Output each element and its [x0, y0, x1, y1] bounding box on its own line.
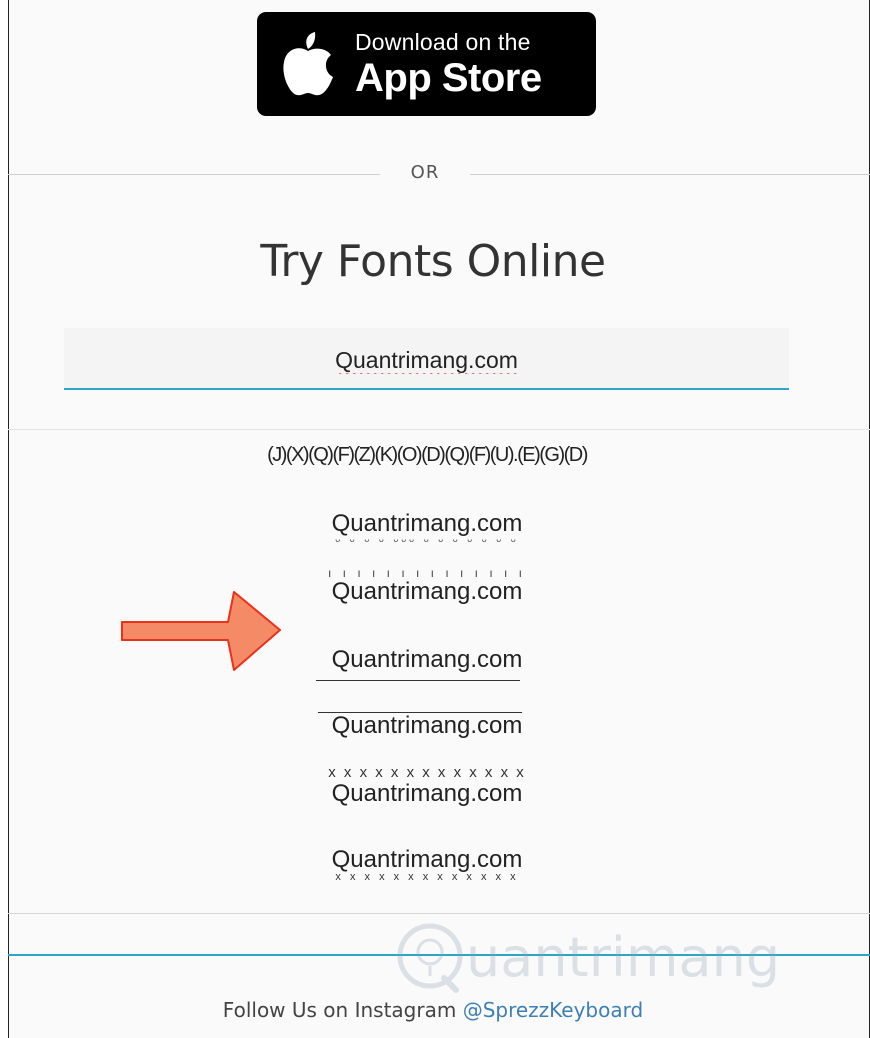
font-result-1[interactable]: (J)(X)(Q)(F)(Z)(K)(O)(D)(Q)(F)(U).(E)(G)…	[8, 444, 846, 467]
font-result-6-marks: x x x x x x x x x x x x x	[328, 764, 526, 781]
quantrimang-watermark: uantrimang	[397, 923, 780, 993]
font-input-wrapper	[64, 328, 789, 390]
font-result-4-underline	[316, 680, 520, 682]
svg-text:uantrimang: uantrimang	[466, 926, 780, 989]
right-arrow-icon	[121, 591, 281, 671]
or-divider-line-right	[470, 174, 870, 175]
font-result-7-marks: x x x x x x x x x x x x x	[335, 871, 519, 883]
page-title: Try Fonts Online	[260, 236, 606, 287]
or-divider: OR	[8, 160, 870, 188]
footer-text: Follow Us on Instagram @SprezzKeyboard	[8, 998, 858, 1022]
app-store-big-label: App Store	[355, 55, 542, 100]
footer-prefix: Follow Us on Instagram	[222, 998, 463, 1022]
or-label: OR	[410, 162, 440, 183]
font-result-5[interactable]: Quantrimang.com	[8, 712, 846, 740]
results-bottom-divider	[8, 913, 870, 914]
instagram-link[interactable]: @SprezzKeyboard	[463, 998, 644, 1022]
font-result-2-marks: ᵕ ᵕ ᵕ ᵕ ᵕᵕᵕ ᵕ ᵕ ᵕ ᵕ ᵕ ᵕ ᵕ	[335, 533, 519, 548]
font-text-input[interactable]	[64, 328, 789, 386]
or-divider-line-left	[8, 174, 380, 175]
app-store-button[interactable]: Download on the App Store	[257, 12, 596, 116]
font-result-7[interactable]: Quantrimang.com	[8, 846, 846, 874]
lightbulb-icon	[397, 923, 463, 993]
app-store-small-label: Download on the	[355, 28, 531, 55]
font-result-6[interactable]: Quantrimang.com	[8, 780, 846, 808]
app-store-label: Download on the App Store	[355, 28, 542, 100]
apple-icon	[281, 31, 335, 97]
results-top-divider	[8, 429, 870, 430]
